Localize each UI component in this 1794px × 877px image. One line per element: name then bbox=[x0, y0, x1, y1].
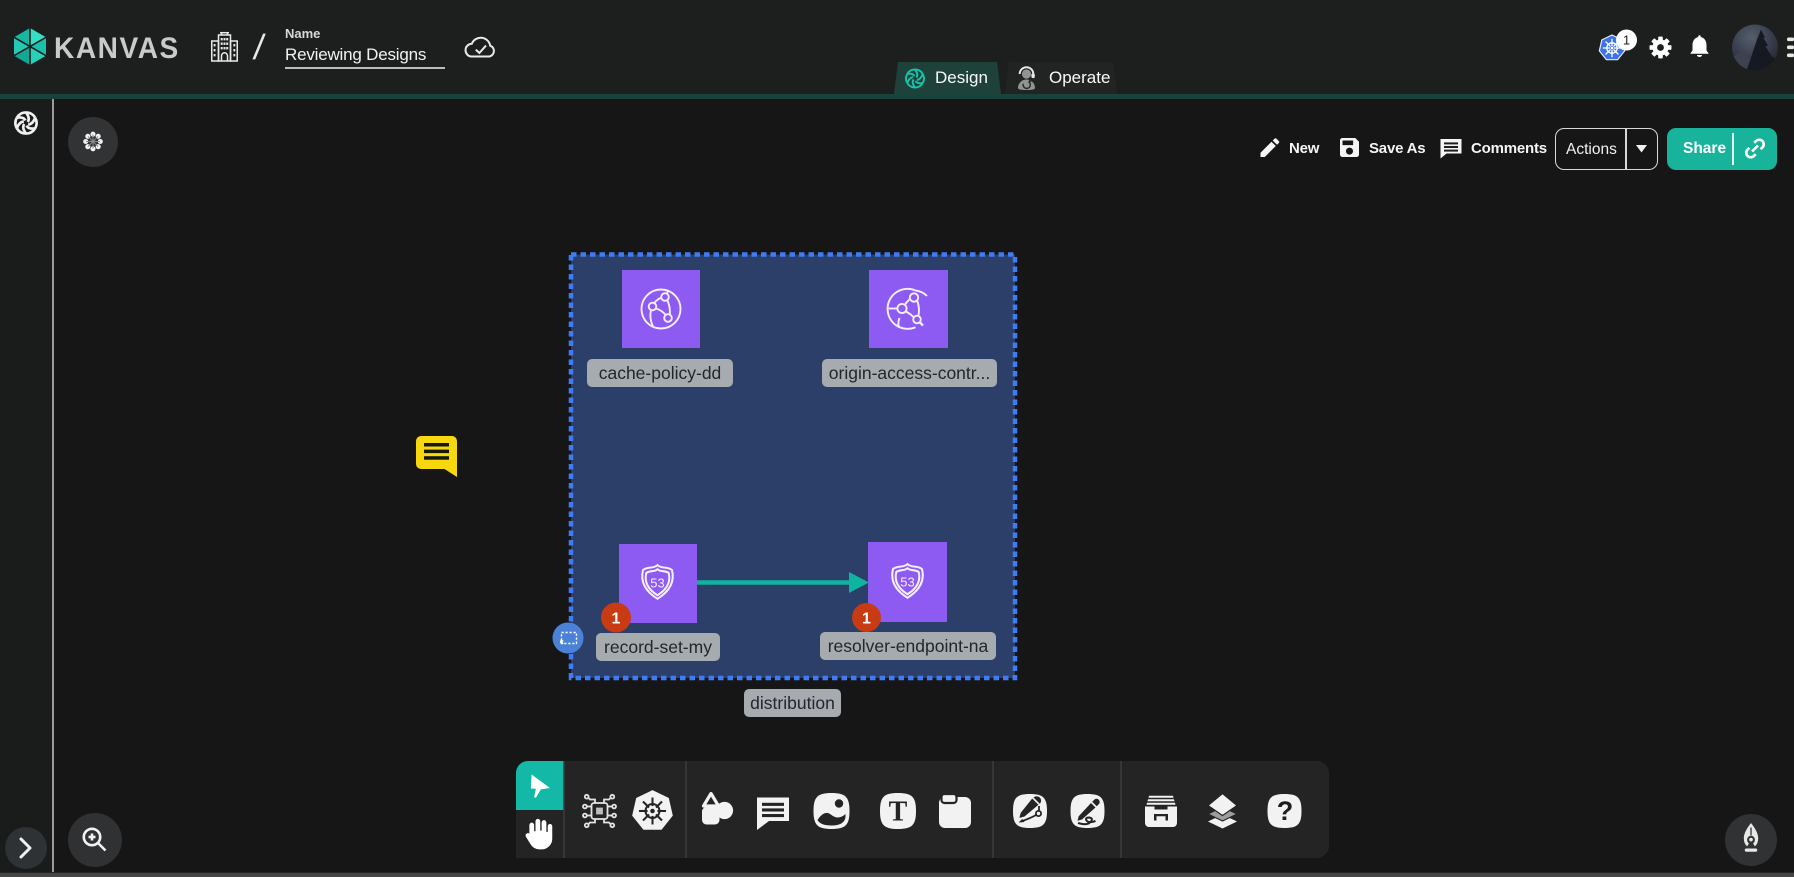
svg-text:1: 1 bbox=[862, 611, 871, 628]
svg-text:53: 53 bbox=[900, 575, 914, 590]
svg-text:1: 1 bbox=[612, 611, 621, 628]
svg-text:?: ? bbox=[1277, 796, 1294, 826]
svg-text:53: 53 bbox=[650, 576, 664, 591]
svg-text:1: 1 bbox=[1623, 33, 1630, 48]
svg-text:T: T bbox=[889, 797, 908, 828]
